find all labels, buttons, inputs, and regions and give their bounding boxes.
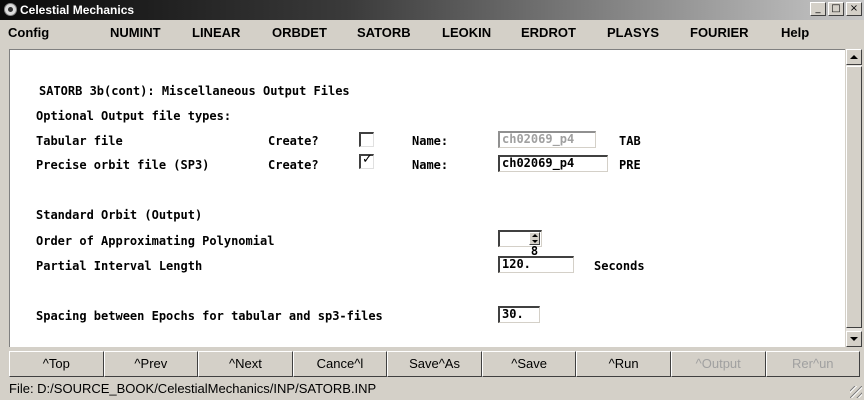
maximize-button[interactable]: □ (828, 2, 844, 16)
scroll-up-arrow-icon[interactable] (846, 49, 862, 65)
close-button[interactable]: × (846, 2, 862, 16)
form-heading: SATORB 3b(cont): Miscellaneous Output Fi… (39, 84, 350, 98)
menu-config[interactable]: Config (8, 25, 49, 40)
next-button[interactable]: ^Next (198, 351, 293, 377)
menu-fourier[interactable]: FOURIER (690, 25, 749, 40)
tabular-ext-label: TAB (619, 134, 641, 148)
precise-name-label: Name: (412, 158, 449, 172)
partial-interval-field[interactable]: 120. (498, 256, 574, 273)
scroll-down-arrow-icon[interactable] (846, 331, 862, 347)
rerun-button[interactable]: Rer^un (765, 351, 861, 377)
minimize-button[interactable]: _ (810, 2, 826, 16)
optional-output-label: Optional Output file types: (36, 109, 232, 123)
save-button[interactable]: ^Save (481, 351, 577, 377)
tabular-name-field: ch02069_p4 (498, 131, 596, 148)
form-panel: SATORB 3b(cont): Miscellaneous Output Fi… (9, 49, 845, 347)
checkmark-icon: ✓ (362, 152, 373, 167)
menu-leokin[interactable]: LEOKIN (442, 25, 491, 40)
resize-grip-icon[interactable] (850, 386, 862, 398)
scrollbar-thumb[interactable] (846, 66, 862, 328)
precise-create-label: Create? (268, 158, 319, 172)
vertical-scrollbar[interactable] (846, 49, 862, 347)
standard-orbit-label: Standard Orbit (Output) (36, 208, 203, 222)
precise-ext-label: PRE (619, 158, 641, 172)
status-file-path: File: D:/SOURCE_BOOK/CelestialMechanics/… (9, 381, 377, 396)
tabular-file-label: Tabular file (36, 134, 123, 148)
cancel-button[interactable]: Cance^l (292, 351, 388, 377)
run-button[interactable]: ^Run (576, 351, 671, 377)
partial-interval-unit: Seconds (594, 259, 645, 273)
prev-button[interactable]: ^Prev (103, 351, 199, 377)
top-button[interactable]: ^Top (9, 351, 104, 377)
window-controls: _ □ × (810, 2, 862, 16)
spacing-epochs-field[interactable]: 30. (498, 306, 540, 323)
menu-orbdet[interactable]: ORBDET (272, 25, 327, 40)
precise-orbit-label: Precise orbit file (SP3) (36, 158, 210, 172)
menu-linear[interactable]: LINEAR (192, 25, 240, 40)
tabular-create-checkbox[interactable] (359, 132, 374, 147)
precise-name-field[interactable]: ch02069_p4 (498, 155, 608, 172)
spacing-epochs-label: Spacing between Epochs for tabular and s… (36, 309, 383, 323)
output-button[interactable]: ^Output (670, 351, 766, 377)
tabular-create-label: Create? (268, 134, 319, 148)
partial-interval-label: Partial Interval Length (36, 259, 203, 273)
menu-erdrot[interactable]: ERDROT (521, 25, 576, 40)
spinner-arrows-icon[interactable] (529, 232, 540, 245)
window-title: Celestial Mechanics (20, 3, 135, 17)
menu-numint[interactable]: NUMINT (110, 25, 161, 40)
menu-satorb[interactable]: SATORB (357, 25, 411, 40)
save-as-button[interactable]: Save^As (387, 351, 482, 377)
order-polynomial-label: Order of Approximating Polynomial (36, 234, 275, 248)
title-bar: Celestial Mechanics _ □ × (0, 0, 864, 20)
action-toolbar: ^Top ^Prev ^Next Cance^l Save^As ^Save ^… (9, 351, 861, 377)
menu-plasys[interactable]: PLASYS (607, 25, 659, 40)
status-bar: File: D:/SOURCE_BOOK/CelestialMechanics/… (0, 378, 864, 400)
app-icon[interactable] (4, 3, 17, 16)
menu-bar: Config NUMINT LINEAR ORBDET SATORB LEOKI… (0, 21, 864, 45)
order-polynomial-spinner[interactable]: 8 (498, 230, 542, 258)
tabular-name-label: Name: (412, 134, 449, 148)
menu-help[interactable]: Help (781, 25, 809, 40)
precise-create-checkbox[interactable]: ✓ (359, 152, 374, 169)
